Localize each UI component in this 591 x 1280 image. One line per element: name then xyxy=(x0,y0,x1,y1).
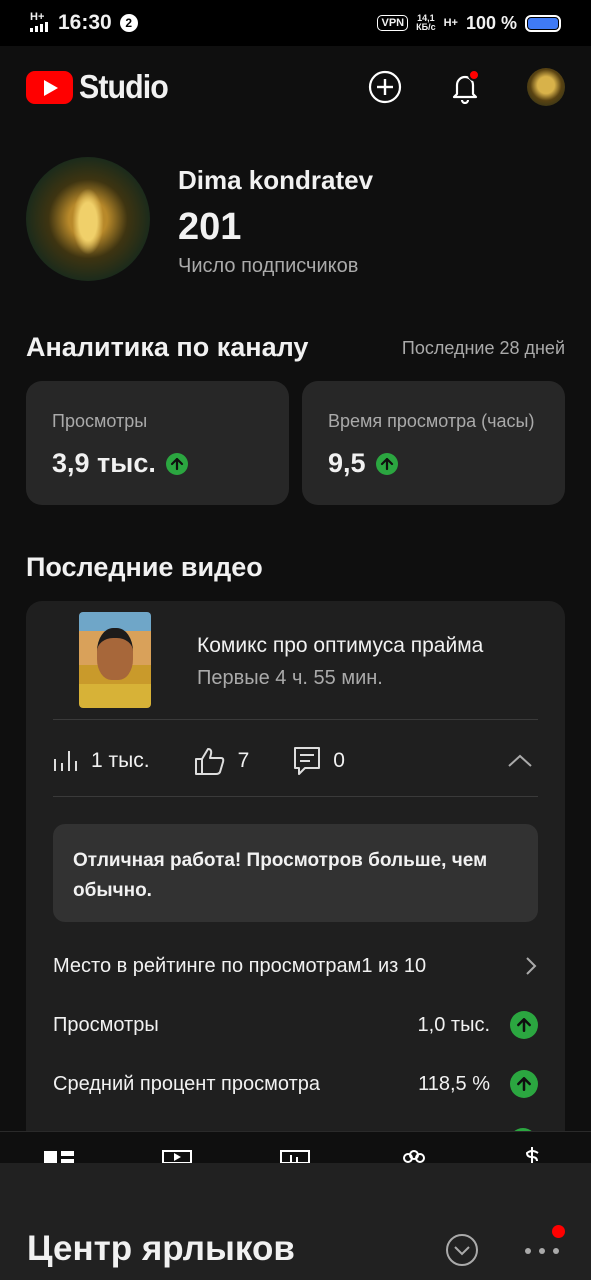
more-horizontal-icon xyxy=(525,1248,559,1254)
nav-dashboard[interactable] xyxy=(39,1139,79,1163)
content-icon xyxy=(162,1150,193,1163)
youtube-studio-logo[interactable]: Studio xyxy=(26,68,176,106)
row-value: 1,0 тыс. xyxy=(417,1013,490,1036)
create-button[interactable] xyxy=(367,69,403,105)
app-bar: Studio xyxy=(0,46,591,128)
channel-avatar[interactable] xyxy=(26,157,150,281)
signal-icon xyxy=(30,22,48,32)
nav-earn[interactable] xyxy=(512,1139,552,1163)
shortcuts-sheet: Центр ярлыков xyxy=(0,1163,591,1280)
watch-time-card[interactable]: Время просмотра (часы) 9,5 xyxy=(302,381,565,505)
row-label: Средний процент просмотра xyxy=(53,1072,320,1095)
expand-button[interactable] xyxy=(445,1233,479,1267)
more-options-button[interactable] xyxy=(522,1235,562,1265)
views-row: Просмотры 1,0 тыс. xyxy=(53,1005,538,1045)
status-bar: H+ 16:30 2 VPN 14,1 КБ/с H+ 100 % xyxy=(0,0,591,46)
network-indicator: H+ xyxy=(30,12,50,34)
create-icon xyxy=(368,70,402,104)
divider xyxy=(53,796,538,797)
trend-up-icon xyxy=(510,1011,538,1039)
row-value: 1 из 10 xyxy=(361,954,427,977)
views-count: 1 тыс. xyxy=(91,749,150,772)
chevron-up-icon xyxy=(508,754,532,767)
performance-notice: Отличная работа! Просмотров больше, чем … xyxy=(53,824,538,922)
battery-icon xyxy=(525,14,561,32)
nav-community[interactable] xyxy=(394,1139,434,1163)
views-bar-icon xyxy=(54,751,77,771)
nav-analytics[interactable] xyxy=(275,1139,315,1163)
trend-up-icon xyxy=(165,452,188,475)
views-card[interactable]: Просмотры 3,9 тыс. xyxy=(26,381,289,505)
logo-text: Studio xyxy=(79,68,169,105)
network-type-2: H+ xyxy=(443,17,458,29)
notifications-button[interactable] xyxy=(447,69,483,105)
video-title[interactable]: Комикс про оптимуса прайма xyxy=(197,634,542,658)
chevron-right-icon xyxy=(526,957,537,975)
subscriber-count: 201 xyxy=(178,206,242,248)
metric-label: Просмотры xyxy=(52,411,148,431)
metric-value: 9,5 xyxy=(328,448,366,478)
nav-content[interactable] xyxy=(157,1139,197,1163)
community-icon xyxy=(402,1150,425,1163)
thumbs-up-icon xyxy=(194,748,224,775)
collapse-button[interactable] xyxy=(502,743,538,779)
notification-dot xyxy=(552,1225,565,1238)
speed-unit: КБ/с xyxy=(416,22,436,32)
vpn-indicator: VPN xyxy=(377,15,409,31)
row-label: Место в рейтинге по просмотрам xyxy=(53,954,362,977)
comments-stat: 0 xyxy=(293,746,345,776)
row-label: Просмотры xyxy=(53,1013,159,1036)
avg-percent-row: Средний процент просмотра 118,5 % xyxy=(53,1064,538,1104)
trend-up-icon xyxy=(510,1070,538,1098)
sheet-title: Центр ярлыков xyxy=(27,1229,295,1268)
clock: 16:30 xyxy=(58,11,112,34)
account-avatar[interactable] xyxy=(527,68,565,106)
bottom-navigation xyxy=(0,1131,591,1163)
views-stat: 1 тыс. xyxy=(53,749,150,773)
divider xyxy=(53,719,538,720)
analytics-period: Последние 28 дней xyxy=(401,338,565,358)
trend-up-icon xyxy=(375,452,398,475)
metric-value: 3,9 тыс. xyxy=(52,448,156,478)
earn-icon xyxy=(525,1147,539,1163)
analytics-icon xyxy=(280,1150,311,1163)
channel-name: Dima kondratev xyxy=(178,165,374,195)
dashboard-icon xyxy=(44,1151,75,1163)
channel-profile: Dima kondratev 201 Число подписчиков xyxy=(26,157,566,283)
video-stats-row: 1 тыс. 7 0 xyxy=(53,739,538,783)
battery-percent: 100 % xyxy=(465,12,517,33)
video-thumbnail[interactable] xyxy=(79,612,151,708)
ranking-row[interactable]: Место в рейтинге по просмотрам 1 из 10 xyxy=(53,946,538,986)
likes-stat: 7 xyxy=(194,746,250,776)
latest-videos-title: Последние видео xyxy=(26,552,263,582)
chevron-down-circle-icon xyxy=(446,1234,478,1266)
comments-count: 0 xyxy=(333,749,345,772)
subscriber-label: Число подписчиков xyxy=(178,255,359,277)
video-timeframe: Первые 4 ч. 55 мин. xyxy=(197,667,383,689)
metric-label: Время просмотра (часы) xyxy=(328,411,535,431)
notification-dot xyxy=(468,69,480,81)
network-speed: 14,1 КБ/с xyxy=(416,14,435,32)
latest-video-card: Комикс про оптимуса прайма Первые 4 ч. 5… xyxy=(26,601,565,1161)
comment-icon xyxy=(294,747,321,775)
analytics-title: Аналитика по каналу xyxy=(26,332,309,362)
notification-count-badge: 2 xyxy=(119,14,138,32)
likes-count: 7 xyxy=(237,749,250,772)
row-value: 118,5 % xyxy=(418,1072,490,1095)
youtube-play-icon xyxy=(26,70,73,104)
